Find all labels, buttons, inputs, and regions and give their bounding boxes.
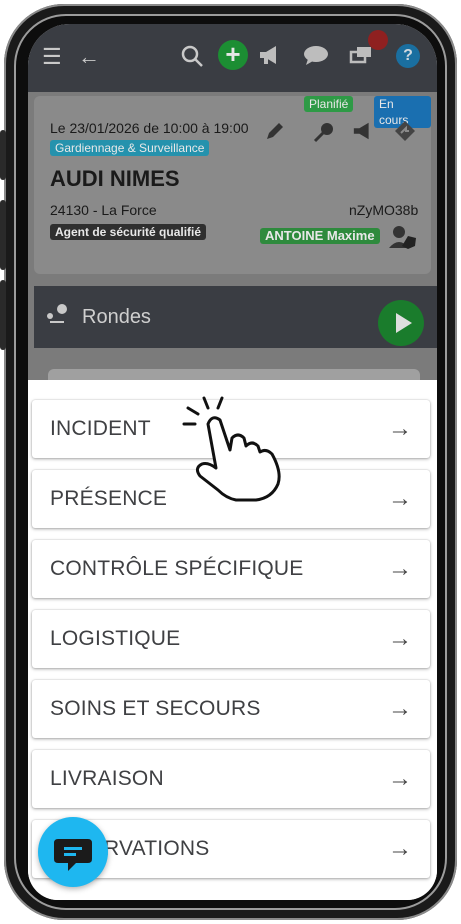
arrow-right-icon: → bbox=[388, 835, 412, 862]
mission-card[interactable]: Planifié En cours Le 23/01/2026 de 10:00… bbox=[34, 96, 431, 274]
pen-icon[interactable] bbox=[264, 120, 286, 147]
arrow-right-icon: → bbox=[388, 765, 412, 792]
chat-bubble-icon bbox=[54, 839, 92, 871]
menu-item-soins-et-secours[interactable]: SOINS ET SECOURS → bbox=[32, 680, 430, 738]
menu-item-label: SOINS ET SECOURS bbox=[50, 697, 261, 720]
top-bar: ☰ ← + ? bbox=[28, 24, 437, 92]
arrow-right-icon: → bbox=[388, 485, 412, 512]
arrow-right-icon: → bbox=[388, 695, 412, 722]
chat-fab-button[interactable] bbox=[38, 817, 108, 887]
phone-side-button bbox=[0, 130, 6, 180]
status-badge-planned: Planifié bbox=[304, 96, 354, 112]
tap-hand-icon bbox=[182, 396, 281, 502]
route-icon bbox=[44, 302, 70, 333]
key-icon[interactable] bbox=[312, 120, 336, 149]
phone-side-button bbox=[0, 280, 6, 350]
megaphone-icon[interactable] bbox=[258, 44, 284, 72]
chat-icon[interactable] bbox=[303, 44, 329, 72]
role-badge: Agent de sécurité qualifié bbox=[50, 224, 207, 240]
phone-side-button bbox=[0, 200, 6, 270]
menu-item-label: PRÉSENCE bbox=[50, 487, 168, 510]
play-button[interactable] bbox=[378, 300, 424, 346]
menu-item-livraison[interactable]: LIVRAISON → bbox=[32, 750, 430, 808]
menu-item-logistique[interactable]: LOGISTIQUE → bbox=[32, 610, 430, 668]
site-location: 24130 - La Force bbox=[50, 202, 157, 218]
hamburger-icon[interactable]: ☰ bbox=[42, 44, 62, 70]
menu-item-label: LOGISTIQUE bbox=[50, 627, 181, 650]
arrow-right-icon: → bbox=[388, 555, 412, 582]
menu-item-label: LIVRAISON bbox=[50, 767, 164, 790]
mission-datetime: Le 23/01/2026 de 10:00 à 19:00 bbox=[50, 120, 249, 136]
agent-shield-icon bbox=[388, 224, 418, 255]
site-name: AUDI NIMES bbox=[50, 166, 180, 191]
arrow-right-icon: → bbox=[388, 415, 412, 442]
agent-badge: ANTOINE Maxime bbox=[260, 228, 380, 244]
plus-icon[interactable]: + bbox=[218, 40, 248, 70]
notification-badge bbox=[368, 30, 388, 50]
share-icon[interactable] bbox=[394, 120, 416, 147]
rondes-label: Rondes bbox=[82, 306, 151, 328]
category-badge: Gardiennage & Surveillance bbox=[50, 140, 210, 156]
menu-item-label: CONTRÔLE SPÉCIFIQUE bbox=[50, 557, 304, 580]
mission-code: nZyMO38b bbox=[349, 202, 419, 218]
menu-item-controle-specifique[interactable]: CONTRÔLE SPÉCIFIQUE → bbox=[32, 540, 430, 598]
menu-item-label: INCIDENT bbox=[50, 417, 151, 440]
menu-item-label: RVATIONS bbox=[104, 837, 210, 860]
search-icon[interactable] bbox=[180, 44, 204, 74]
rondes-bar[interactable]: Rondes bbox=[34, 286, 437, 348]
screen: ☰ ← + ? Planifié En cours Le 23/01/2026 … bbox=[28, 24, 437, 900]
transfer-icon[interactable] bbox=[348, 44, 374, 72]
megaphone-icon[interactable] bbox=[352, 120, 376, 147]
app-background: ☰ ← + ? Planifié En cours Le 23/01/2026 … bbox=[28, 24, 437, 409]
arrow-left-icon[interactable]: ← bbox=[78, 44, 100, 70]
arrow-right-icon: → bbox=[388, 625, 412, 652]
help-icon[interactable]: ? bbox=[396, 44, 420, 68]
